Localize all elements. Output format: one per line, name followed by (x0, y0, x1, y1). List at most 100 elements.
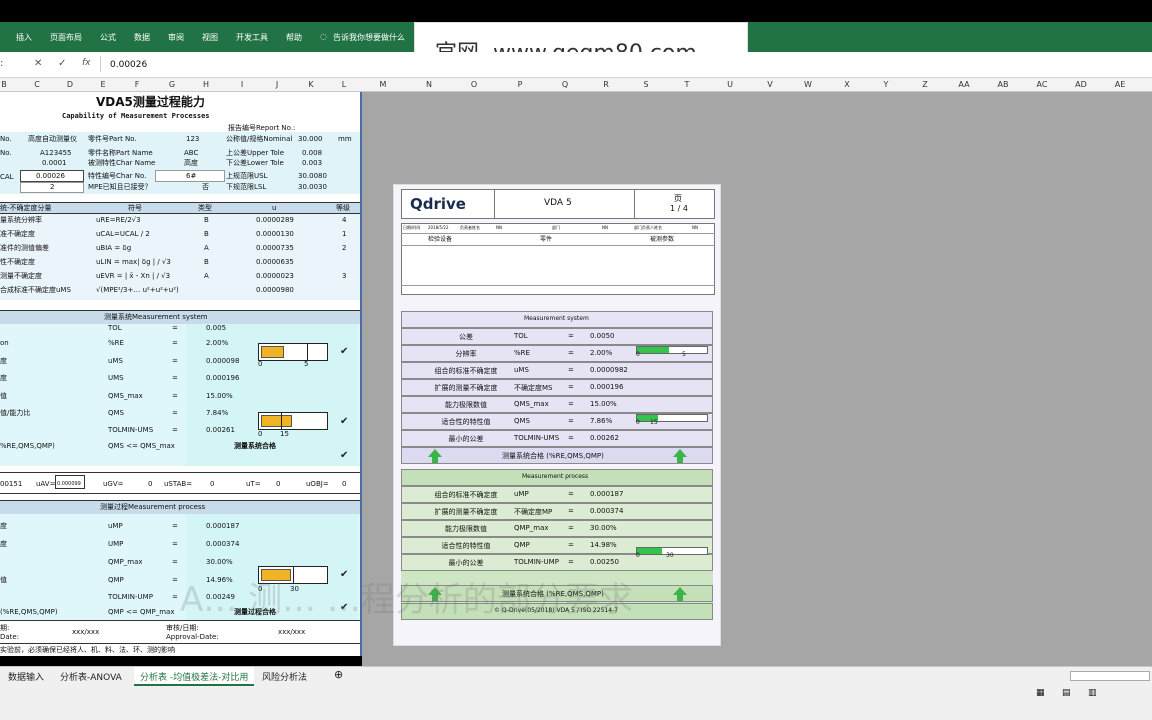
sheet-tab[interactable]: 风险分析法 (262, 670, 307, 683)
info-value[interactable]: 0.003 (302, 159, 322, 168)
ribbon-tab-formulas[interactable]: 公式 (100, 32, 116, 43)
col-header[interactable]: Z (922, 80, 927, 89)
enter-icon[interactable]: ✓ (58, 58, 66, 69)
col-header[interactable]: H (203, 80, 209, 89)
col-header[interactable]: AA (958, 80, 969, 89)
info-value[interactable]: 高度 (184, 159, 198, 168)
info-value[interactable]: 否 (202, 183, 209, 192)
cancel-icon[interactable]: ✕ (34, 58, 42, 69)
col-header[interactable]: T (685, 80, 690, 89)
ribbon-tab-developer[interactable]: 开发工具 (236, 32, 268, 43)
col-header[interactable]: Q (562, 80, 568, 89)
col-header[interactable]: R (603, 80, 609, 89)
name-box-edge[interactable]: : (0, 58, 3, 69)
ribbon-tab-review[interactable]: 审阅 (168, 32, 184, 43)
info-value[interactable]: 123 (186, 135, 199, 144)
unc-value[interactable]: 0.0000635 (256, 258, 294, 267)
col-header[interactable]: S (643, 80, 648, 89)
mp-value[interactable]: 30.00% (206, 558, 233, 567)
col-header[interactable]: E (100, 80, 105, 89)
ms-value[interactable]: 0.00261 (206, 426, 235, 435)
col-header[interactable]: V (767, 80, 772, 89)
col-header[interactable]: I (241, 80, 243, 89)
u-value[interactable]: 0 (148, 480, 152, 489)
ms-value[interactable]: 测量系统合格 (234, 442, 276, 451)
info-value[interactable]: A123455 (40, 149, 72, 158)
col-header[interactable]: K (308, 80, 313, 89)
normal-view-icon[interactable]: ▦ (1036, 688, 1045, 698)
add-sheet-icon[interactable]: ⊕ (334, 668, 343, 681)
info-value[interactable]: 30.0030 (298, 183, 327, 192)
ms-value[interactable]: 7.84% (206, 409, 228, 418)
col-header[interactable]: O (471, 80, 477, 89)
col-header[interactable]: F (135, 80, 140, 89)
col-header[interactable]: L (342, 80, 346, 89)
unc-value[interactable]: 0.0000980 (256, 286, 294, 295)
sheet-tab[interactable]: 分析表-ANOVA (60, 670, 122, 683)
ms-value[interactable]: 15.00% (206, 392, 233, 401)
col-header[interactable]: AB (998, 80, 1009, 89)
unc-value[interactable]: 0.0000735 (256, 244, 294, 253)
ribbon-tab-data[interactable]: 数据 (134, 32, 150, 43)
tell-me-box[interactable]: 告诉我你想要做什么 (333, 32, 405, 43)
col-header[interactable]: U (727, 80, 733, 89)
ribbon-tab-view[interactable]: 视图 (202, 32, 218, 43)
col-header[interactable]: M (380, 80, 387, 89)
info-value[interactable]: ABC (184, 149, 198, 158)
sheet-tab-active[interactable]: 分析表 -均值极差法-对比用 (134, 667, 255, 686)
ms-value[interactable]: 0.000196 (206, 374, 239, 383)
info-value[interactable]: 0.00026 (36, 172, 65, 181)
info-value[interactable]: 2 (50, 183, 54, 192)
ribbon-tab-page-layout[interactable]: 页面布局 (50, 32, 82, 43)
u-value[interactable]: 0.000099 (57, 480, 81, 489)
card-row-name: 最小的公差 (448, 435, 484, 443)
ms-value[interactable]: 0.005 (206, 324, 226, 333)
card-row-equals: = (568, 507, 574, 515)
card-qms-bar (636, 414, 708, 422)
formula-input[interactable]: 0.00026 (110, 60, 147, 70)
card-row-equals: = (568, 541, 574, 549)
col-header[interactable]: J (276, 80, 278, 89)
col-header[interactable]: X (844, 80, 849, 89)
mp-value[interactable]: 0.000187 (206, 522, 239, 531)
ms-value[interactable]: 2.00% (206, 339, 228, 348)
ms-value[interactable]: 0.000098 (206, 357, 239, 366)
mp-value[interactable]: 0.000374 (206, 540, 239, 549)
u-value[interactable]: 0 (342, 480, 346, 489)
card-page-number: 1 / 4 (670, 204, 688, 213)
page-break-icon[interactable]: ▥ (1088, 688, 1097, 698)
info-value[interactable]: 6# (186, 172, 196, 181)
col-header[interactable]: AC (1037, 80, 1048, 89)
unc-value[interactable]: 0.0000289 (256, 216, 294, 225)
ms-equals: = (172, 426, 178, 434)
col-header[interactable]: Y (884, 80, 889, 89)
ribbon-tab-help[interactable]: 帮助 (286, 32, 302, 43)
col-header[interactable]: N (426, 80, 432, 89)
col-header[interactable]: W (804, 80, 812, 89)
unc-value[interactable]: 0.0000023 (256, 272, 294, 281)
info-value[interactable]: 30.000 (298, 135, 323, 144)
horizontal-scrollbar[interactable] (1070, 671, 1150, 681)
col-header[interactable]: B (1, 80, 7, 89)
sign-value[interactable]: xxx/xxx (278, 628, 305, 637)
ribbon-tab-insert[interactable]: 插入 (16, 32, 32, 43)
function-icon[interactable]: fx (82, 58, 91, 68)
col-header[interactable]: P (518, 80, 523, 89)
info-label: 上公差Upper Tole (226, 149, 285, 157)
info-value[interactable]: 30.0080 (298, 172, 327, 181)
unc-value[interactable]: 0.0000130 (256, 230, 294, 239)
col-header[interactable]: AE (1115, 80, 1126, 89)
col-header[interactable]: AD (1075, 80, 1087, 89)
sign-value[interactable]: xxx/xxx (72, 628, 99, 637)
u-value[interactable]: 0 (210, 480, 214, 489)
col-header[interactable]: C (34, 80, 40, 89)
sheet-tab[interactable]: 数据输入 (8, 670, 44, 683)
col-header[interactable]: G (169, 80, 175, 89)
card-row-value: 0.000374 (590, 507, 624, 515)
info-value[interactable]: 0.0001 (42, 159, 67, 168)
col-header[interactable]: D (67, 80, 73, 89)
info-value[interactable]: 高度自动测量仪 (28, 135, 77, 144)
info-value[interactable]: 0.008 (302, 149, 322, 158)
page-layout-icon[interactable]: ▤ (1062, 688, 1071, 698)
u-value[interactable]: 0 (276, 480, 280, 489)
